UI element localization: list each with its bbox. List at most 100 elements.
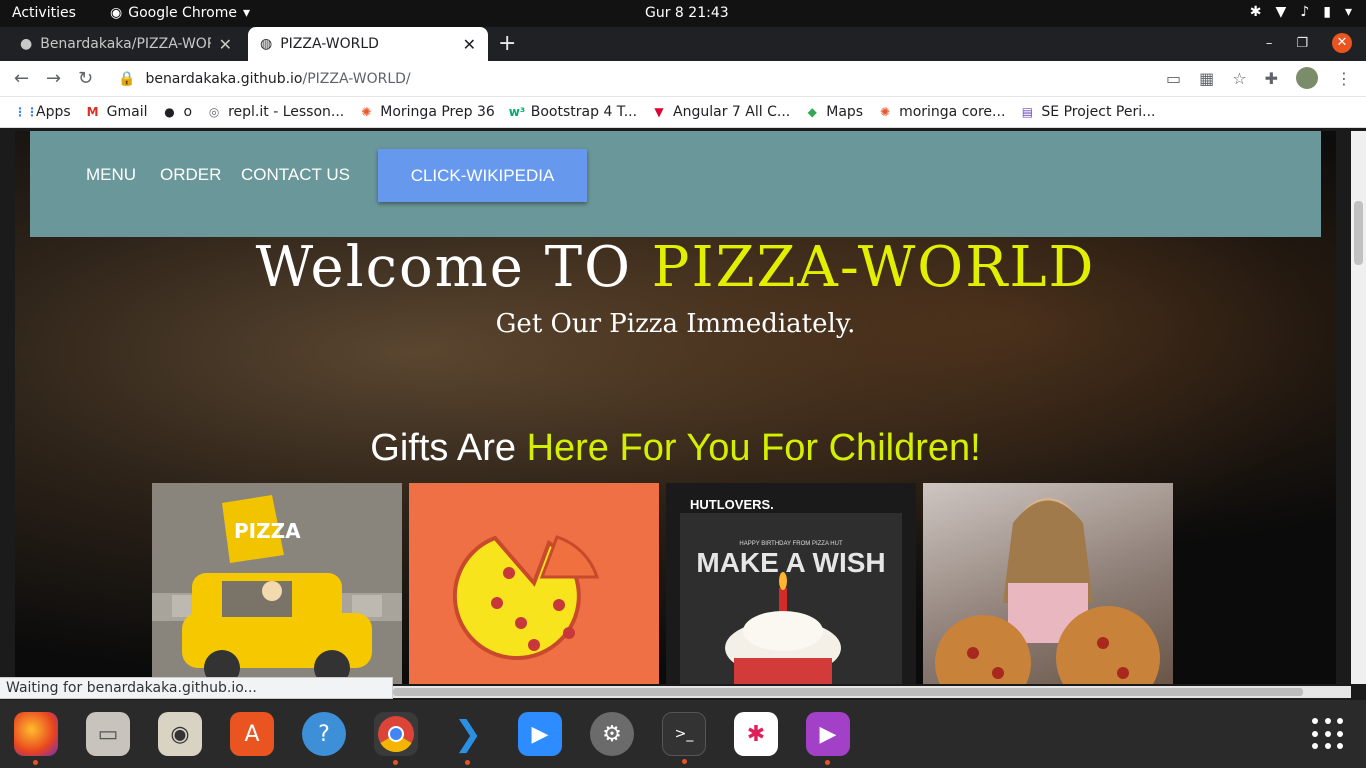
software-center-icon[interactable]: A <box>230 712 274 756</box>
bookmark-label: Angular 7 All C... <box>673 104 791 120</box>
site-navbar: MENU ORDER CONTACT US CLICK-WIKIPEDIA <box>30 131 1321 237</box>
clock[interactable]: Gur 8 21:43 <box>645 5 729 21</box>
hero-title-prefix: Welcome TO <box>255 235 652 300</box>
qr-code-icon[interactable]: ▦ <box>1199 69 1214 88</box>
nav-menu-link[interactable]: MENU <box>86 165 136 185</box>
extensions-icon[interactable]: ✚ <box>1265 69 1278 88</box>
nav-order-link[interactable]: ORDER <box>160 165 221 185</box>
tab-github[interactable]: ● Benardakaka/PIZZA-WOR ✕ <box>8 27 244 61</box>
cast-icon[interactable]: ▭ <box>1166 69 1181 88</box>
bookmark-maps[interactable]: ◆ Maps <box>804 104 863 120</box>
github-icon: ● <box>20 36 33 52</box>
zoom-icon[interactable]: ▶ <box>518 712 562 756</box>
video-player-icon[interactable]: ▶ <box>806 712 850 765</box>
gifts-heading-prefix: Gifts Are <box>370 427 527 469</box>
bookmark-apps[interactable]: ⋮⋮ Apps <box>14 104 71 120</box>
moringa-icon: ✺ <box>880 105 891 119</box>
tab-pizza-world[interactable]: ◍ PIZZA-WORLD ✕ <box>248 27 488 61</box>
horizontal-scrollbar[interactable] <box>393 686 1351 698</box>
back-icon[interactable]: ← <box>14 68 29 89</box>
bookmark-label: o <box>183 104 193 120</box>
activities-button[interactable]: Activities <box>12 5 76 21</box>
wikipedia-button[interactable]: CLICK-WIKIPEDIA <box>378 149 587 202</box>
forward-icon[interactable]: → <box>46 68 61 89</box>
bookmark-label: Bootstrap 4 T... <box>530 104 638 120</box>
window-controls: – ❐ ✕ <box>1266 33 1352 53</box>
firefox-icon[interactable] <box>14 712 58 765</box>
chrome-icon: ◉ <box>110 5 123 21</box>
svg-text:PIZZA: PIZZA <box>234 519 301 543</box>
more-menu-icon[interactable]: ⋮ <box>1336 69 1352 88</box>
vertical-scrollbar[interactable] <box>1351 131 1366 684</box>
bookmark-bootstrap[interactable]: w³ Bootstrap 4 T... <box>509 104 637 120</box>
chrome-dock-icon[interactable] <box>374 712 418 765</box>
apps-grid-icon: ⋮⋮ <box>14 105 38 119</box>
page-viewport: MENU ORDER CONTACT US CLICK-WIKIPEDIA We… <box>15 131 1336 684</box>
gift-gallery: PIZZA HUTLOVERS. HAPPY BIRTHDAY FROM PIZ… <box>152 483 1173 684</box>
chevron-down-icon[interactable]: ▾ <box>1345 4 1352 20</box>
bookmark-label: Moringa Prep 36 <box>380 104 495 120</box>
bookmark-moringa-core[interactable]: ✺ moringa core... <box>877 104 1005 120</box>
forms-icon: ▤ <box>1021 105 1034 119</box>
hero-subtitle: Get Our Pizza Immediately. <box>495 309 856 339</box>
maps-icon: ◆ <box>807 105 817 119</box>
gifts-heading: Gifts Are Here For You For Children! <box>15 427 1336 470</box>
bookmark-label: moringa core... <box>899 104 1006 120</box>
moringa-icon: ✺ <box>361 105 372 119</box>
terminal-icon[interactable]: >_ <box>662 712 706 764</box>
nav-contact-link[interactable]: CONTACT US <box>241 165 350 185</box>
show-applications-icon[interactable] <box>1312 718 1344 750</box>
help-icon[interactable]: ? <box>302 712 346 756</box>
new-tab-button[interactable]: + <box>498 31 516 56</box>
hero-title-highlight: PIZZA-WORLD <box>651 235 1096 300</box>
scroll-thumb[interactable] <box>393 688 1303 696</box>
bookmark-label: repl.it - Lesson... <box>228 104 345 120</box>
chevron-down-icon: ▾ <box>242 5 250 21</box>
bookmark-label: Apps <box>36 104 71 120</box>
app-menu[interactable]: ◉ Google Chrome ▾ <box>110 5 250 21</box>
toolbar-actions: ▭ ▦ ☆ ✚ ⋮ <box>1166 67 1352 89</box>
maximize-icon[interactable]: ❐ <box>1296 36 1308 51</box>
ubuntu-dock: ▭ ◉ A ? ❯ ▶ ⚙ >_ ✱ ▶ <box>0 700 1366 768</box>
rhythmbox-icon[interactable]: ◉ <box>158 712 202 756</box>
browser-toolbar: ← → ↻ 🔒 benardakaka.github.io/PIZZA-WORL… <box>0 61 1366 97</box>
vscode-icon[interactable]: ❯ <box>446 712 490 765</box>
url-path: /PIZZA-WORLD/ <box>302 71 411 87</box>
slack-icon[interactable]: ✱ <box>734 712 778 756</box>
bookmark-gmail[interactable]: M Gmail <box>85 104 148 120</box>
w3schools-icon: w³ <box>508 105 526 119</box>
bookmark-angular[interactable]: ▼ Angular 7 All C... <box>651 104 790 120</box>
star-icon[interactable]: ☆ <box>1232 69 1246 88</box>
window-close-icon[interactable]: ✕ <box>1332 33 1352 53</box>
profile-avatar[interactable] <box>1296 67 1318 89</box>
address-bar[interactable]: 🔒 benardakaka.github.io/PIZZA-WORLD/ <box>108 65 1258 93</box>
close-icon[interactable]: ✕ <box>219 35 232 54</box>
files-icon[interactable]: ▭ <box>86 712 130 756</box>
system-tray[interactable]: ✱ ▼ ♪ ▮ ▾ <box>1250 4 1352 20</box>
os-top-bar: Activities ◉ Google Chrome ▾ Gur 8 21:43… <box>0 0 1366 27</box>
lock-icon[interactable]: 🔒 <box>118 71 135 87</box>
bookmark-replit[interactable]: ◎ repl.it - Lesson... <box>206 104 344 120</box>
bookmark-label: SE Project Peri... <box>1041 104 1156 120</box>
reload-icon[interactable]: ↻ <box>78 68 93 89</box>
minimize-icon[interactable]: – <box>1266 36 1273 51</box>
gmail-icon: M <box>86 105 99 119</box>
hero-title: Welcome TO PIZZA-WORLD <box>15 235 1336 300</box>
slack-tray-icon[interactable]: ✱ <box>1250 4 1262 20</box>
battery-icon[interactable]: ▮ <box>1323 4 1331 20</box>
angular-icon: ▼ <box>654 105 664 119</box>
volume-icon[interactable]: ♪ <box>1300 4 1309 20</box>
scroll-thumb[interactable] <box>1354 201 1363 265</box>
bookmark-label: Maps <box>826 104 864 120</box>
replit-icon: ◎ <box>208 105 220 119</box>
tab-title: Benardakaka/PIZZA-WOR <box>40 36 211 52</box>
bookmark-github[interactable]: ● o <box>162 104 193 120</box>
settings-gear-icon[interactable]: ⚙ <box>590 712 634 756</box>
bookmark-label: Gmail <box>106 104 148 120</box>
bookmark-moringa-prep[interactable]: ✺ Moringa Prep 36 <box>358 104 495 120</box>
bookmark-se-project[interactable]: ▤ SE Project Peri... <box>1019 104 1156 120</box>
gift-image-delivery-car: PIZZA <box>152 483 402 684</box>
wifi-icon[interactable]: ▼ <box>1276 4 1287 20</box>
close-icon[interactable]: ✕ <box>463 35 476 54</box>
gift-image-girl-with-pizza <box>923 483 1173 684</box>
